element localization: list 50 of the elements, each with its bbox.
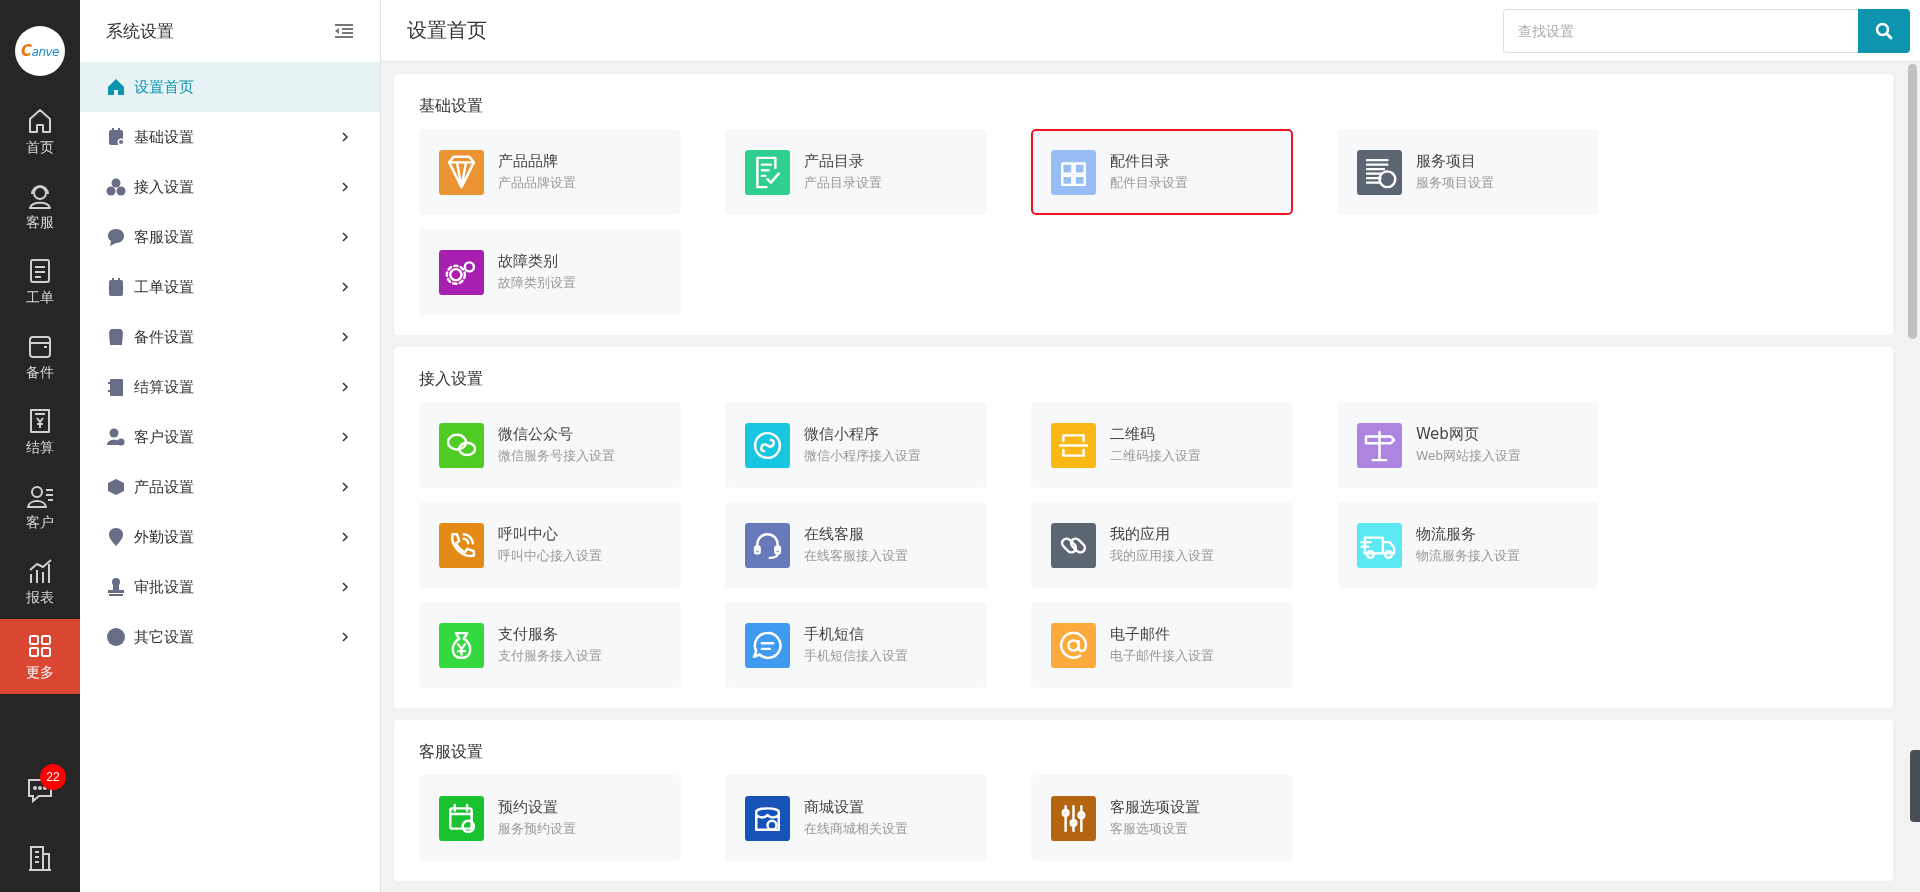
yen-notebook-icon: [106, 377, 126, 397]
section-title: 接入设置: [419, 369, 484, 390]
nav-item[interactable]: 工单: [0, 244, 80, 319]
settings-card[interactable]: 服务项目 服务项目设置: [1337, 129, 1599, 215]
settings-card[interactable]: 物流服务 物流服务接入设置: [1337, 502, 1599, 588]
three-circles-icon: [106, 177, 126, 197]
settings-card[interactable]: 手机短信 手机短信接入设置: [725, 602, 987, 688]
person-gear-icon: [106, 427, 126, 447]
settings-card[interactable]: 预约设置 服务预约设置: [419, 775, 681, 861]
nav-item[interactable]: 结算: [0, 394, 80, 469]
messages-button[interactable]: 22: [0, 756, 80, 824]
scrollbar-thumb[interactable]: [1908, 64, 1917, 339]
sidebar-title: 系统设置: [106, 19, 174, 43]
search-button[interactable]: [1858, 8, 1910, 53]
settings-card[interactable]: 故障类别 故障类别设置: [419, 229, 681, 315]
chat-bubble-icon: [106, 227, 126, 247]
settings-card[interactable]: 在线客服 在线客服接入设置: [725, 502, 987, 588]
settings-card[interactable]: 我的应用 我的应用接入设置: [1031, 502, 1293, 588]
nav-item[interactable]: 客户: [0, 469, 80, 544]
unread-count-badge: 22: [40, 764, 66, 790]
collapse-menu-icon[interactable]: [334, 23, 354, 39]
settings-card[interactable]: 配件目录 配件目录设置: [1031, 129, 1293, 215]
settings-card[interactable]: 微信小程序 微信小程序接入设置: [725, 402, 987, 488]
settings-card[interactable]: 二维码 二维码接入设置: [1031, 402, 1293, 488]
calendar-gear-icon: [106, 127, 126, 147]
nav-item[interactable]: 报表: [0, 544, 80, 619]
location-clock-icon: [106, 527, 126, 547]
settings-card[interactable]: 产品品牌 产品品牌设置: [419, 129, 681, 215]
stamp-icon: [106, 577, 126, 597]
settings-card[interactable]: 产品目录 产品目录设置: [725, 129, 987, 215]
settings-card[interactable]: 微信公众号 微信服务号接入设置: [419, 402, 681, 488]
search-icon: [1874, 20, 1894, 41]
section-title: 客服设置: [419, 742, 484, 763]
settings-card[interactable]: 商城设置 在线商城相关设置: [725, 775, 987, 861]
settings-card[interactable]: 支付服务 支付服务接入设置: [419, 602, 681, 688]
nav-item[interactable]: 首页: [0, 94, 80, 169]
nav-item[interactable]: 备件: [0, 319, 80, 394]
settings-card[interactable]: 客服选项设置 客服选项设置: [1031, 775, 1293, 861]
settings-card[interactable]: 呼叫中心 呼叫中心接入设置: [419, 502, 681, 588]
side-handle[interactable]: [1910, 750, 1920, 822]
settings-card[interactable]: Web网页 Web网站接入设置: [1337, 402, 1599, 488]
nav-item[interactable]: 更多: [0, 619, 80, 694]
section-title: 基础设置: [419, 96, 484, 117]
cube-icon: [106, 477, 126, 497]
page-title: 设置首页: [407, 17, 487, 44]
calendar-icon: [106, 277, 126, 297]
settings-card[interactable]: 电子邮件 电子邮件接入设置: [1031, 602, 1293, 688]
nav-item[interactable]: 客服: [0, 169, 80, 244]
house-icon: [106, 77, 126, 97]
search-field[interactable]: 查找设置: [1503, 8, 1858, 53]
